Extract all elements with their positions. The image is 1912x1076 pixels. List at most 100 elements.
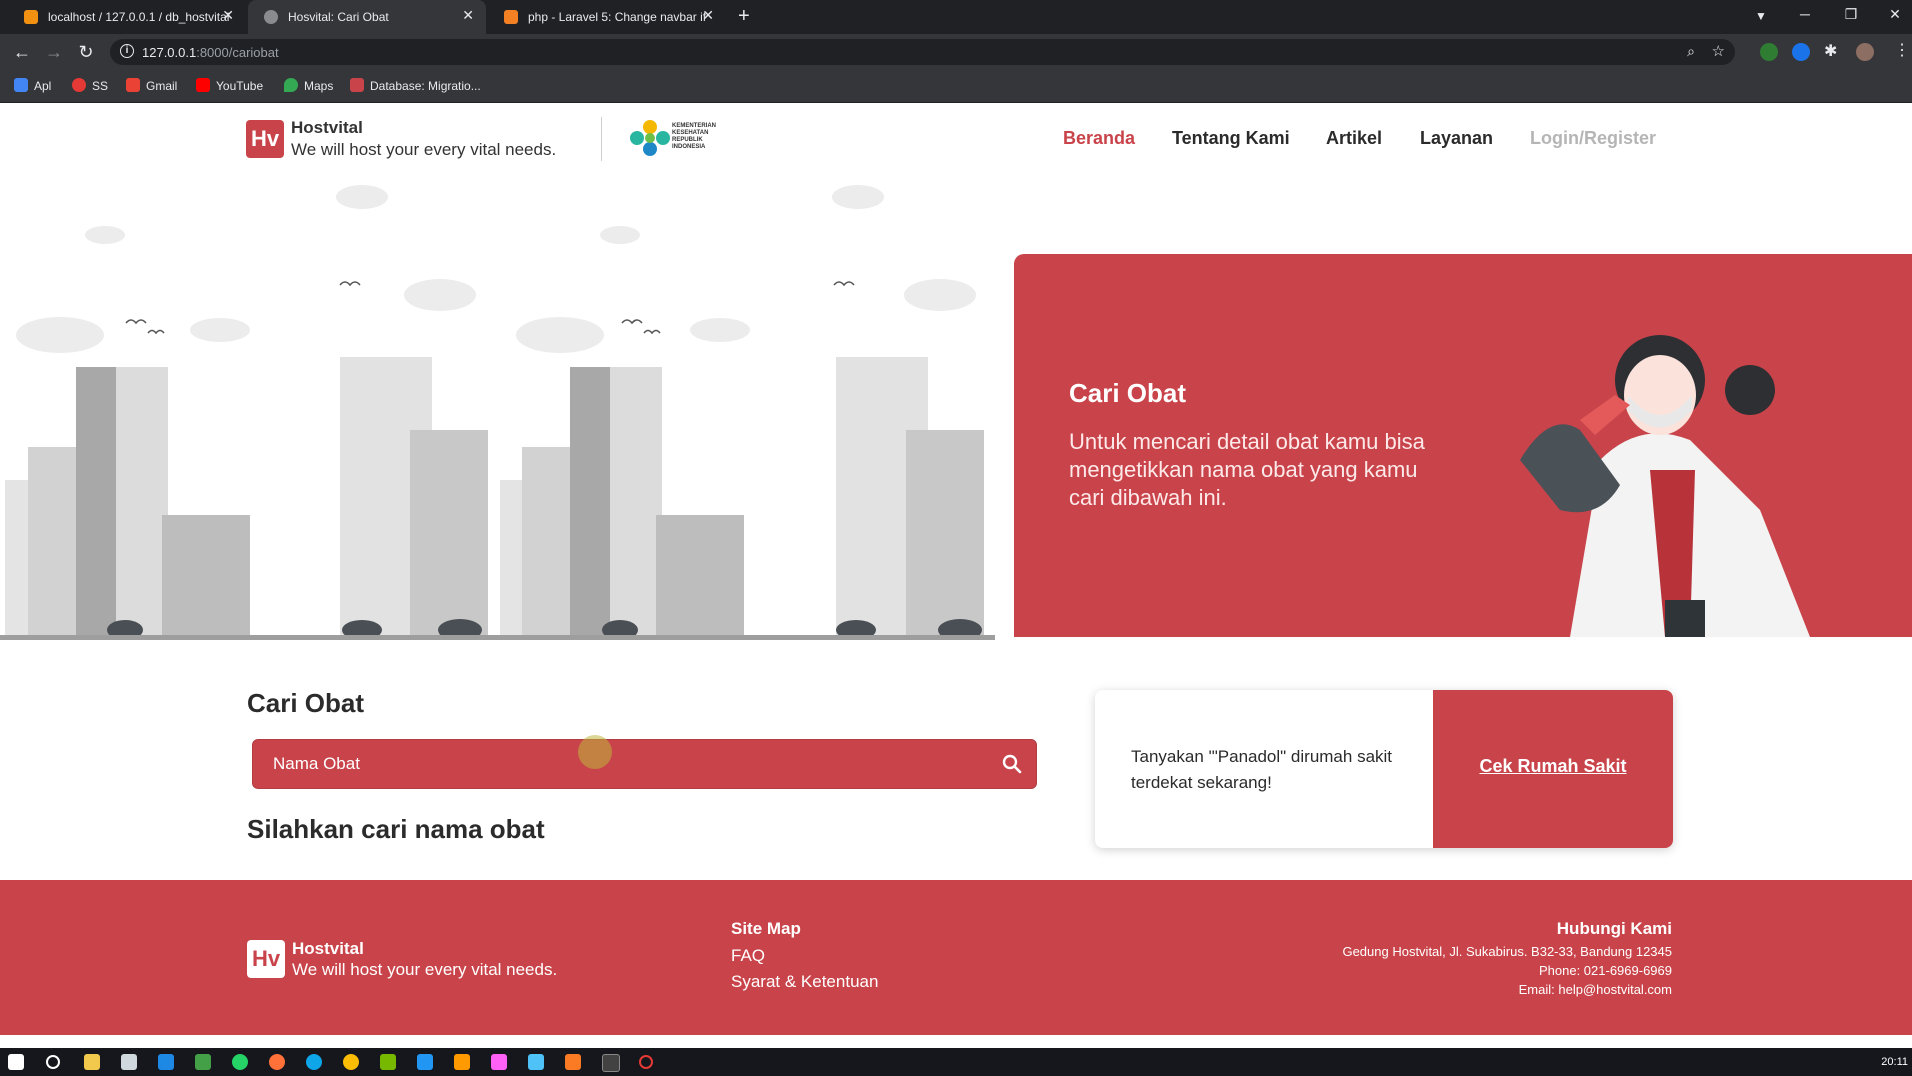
laravel-icon [350, 78, 364, 92]
maps-icon [284, 78, 298, 92]
adobe-xd-icon[interactable] [491, 1054, 507, 1070]
city-skyline-illustration [0, 185, 995, 640]
firefox-icon[interactable] [269, 1054, 285, 1070]
contact-phone: Phone: 021-6969-6969 [1538, 963, 1672, 978]
bookmark-label: YouTube [216, 79, 264, 93]
zoom-icon[interactable]: ⌕ [1687, 43, 1695, 60]
apps-grid-icon [14, 78, 28, 92]
windows-taskbar: 20:11 [0, 1048, 1912, 1076]
puzzle-extensions-icon[interactable]: ✱ [1824, 41, 1837, 61]
bookmark-label: Maps [304, 79, 334, 93]
extension-icon[interactable] [1760, 43, 1778, 61]
kemenkes-line: INDONESIA [672, 144, 706, 150]
bookmark-maps[interactable]: Maps [284, 78, 333, 93]
cek-rumah-sakit-label: Cek Rumah Sakit [1479, 756, 1627, 776]
bookmark-ss[interactable]: SS [72, 78, 108, 93]
line-icon[interactable] [195, 1054, 211, 1070]
contact-address: Gedung Hostvital, Jl. Sukabirus. B32-33,… [1342, 944, 1672, 959]
footer-logo[interactable]: Hv [247, 940, 285, 978]
terminal-icon[interactable] [602, 1054, 620, 1072]
cek-rumah-sakit-button[interactable]: Cek Rumah Sakit [1433, 690, 1673, 848]
notepad-plus-icon[interactable] [380, 1054, 396, 1070]
file-explorer-icon[interactable] [84, 1054, 100, 1070]
medicine-search-input[interactable] [273, 752, 953, 776]
footer-tagline: We will host your every vital needs. [292, 960, 558, 979]
whatsapp-icon[interactable] [232, 1054, 248, 1070]
youtube-icon [196, 78, 210, 92]
restore-button[interactable]: ❐ [1836, 6, 1866, 23]
bookmark-star-icon[interactable]: ☆ [1712, 42, 1725, 60]
forward-icon[interactable]: → [42, 42, 66, 62]
address-bar[interactable]: i 127.0.0.1:8000/cariobat ⌕ ☆ [110, 39, 1735, 65]
download-icon[interactable] [528, 1054, 544, 1070]
reload-icon[interactable]: ↻ [74, 42, 98, 62]
store-icon[interactable] [121, 1054, 137, 1070]
hostvital-logo[interactable]: Hv [246, 120, 284, 158]
bookmark-label: Database: Migratio... [370, 79, 481, 93]
mail-icon[interactable] [158, 1054, 174, 1070]
medicine-search-bar [252, 739, 1037, 789]
windows-start-icon[interactable] [8, 1054, 24, 1070]
nav-login-register[interactable]: Login/Register [1530, 128, 1656, 149]
footer-link-terms[interactable]: Syarat & Ketentuan [731, 972, 878, 992]
browser-tab-bar: localhost / 127.0.0.1 / db_hostvital ✕ H… [0, 0, 1912, 34]
browser-tab-title: Hosvital: Cari Obat [288, 10, 389, 24]
new-tab-button[interactable]: + [738, 5, 750, 28]
kemenkes-line: KEMENTERIAN [672, 123, 717, 129]
kemenkes-line: KESEHATAN [672, 130, 709, 136]
record-icon[interactable] [639, 1055, 653, 1069]
url-path: :8000/cariobat [196, 45, 279, 60]
bookmark-label: Apl [34, 79, 52, 93]
nav-tentang-kami[interactable]: Tentang Kami [1172, 128, 1290, 149]
search-result-message: Silahkan cari nama obat [247, 814, 545, 844]
url-host: 127.0.0.1 [142, 45, 197, 60]
extension-icon[interactable] [1792, 43, 1810, 61]
bookmark-database[interactable]: Database: Migratio... [350, 78, 481, 93]
phpmyadmin-favicon-icon [24, 10, 38, 24]
bookmark-apps[interactable]: Apl [14, 78, 51, 93]
ask-hospital-text: Tanyakan '"Panadol" dirumah sakit terdek… [1131, 747, 1393, 792]
vscode-icon[interactable] [417, 1054, 433, 1070]
browser-tab[interactable]: localhost / 127.0.0.1 / db_hostvital ✕ [8, 0, 246, 34]
taskbar-clock: 20:11 [1881, 1056, 1908, 1068]
browser-tab-title: localhost / 127.0.0.1 / db_hostvital [48, 10, 230, 24]
browser-tab[interactable]: php - Laravel 5: Change navbar if ✕ [488, 0, 726, 34]
close-tab-icon[interactable]: ✕ [702, 7, 714, 24]
browser-menu-icon[interactable]: ⋮ [1894, 40, 1910, 60]
profile-avatar[interactable] [1856, 43, 1874, 61]
stackoverflow-favicon-icon [504, 10, 518, 24]
xampp-icon[interactable] [565, 1054, 581, 1070]
close-tab-icon[interactable]: ✕ [222, 7, 234, 24]
bookmark-label: SS [92, 79, 109, 93]
site-info-icon[interactable]: i [120, 44, 134, 58]
bookmark-gmail[interactable]: Gmail [126, 78, 177, 93]
mouse-cursor-highlight [578, 735, 612, 769]
search-taskbar-icon[interactable] [46, 1055, 60, 1069]
close-tab-icon[interactable]: ✕ [462, 7, 474, 24]
brand-tagline: We will host your every vital needs. [291, 140, 557, 159]
doctor-illustration [1520, 335, 1810, 637]
bookmarks-bar: Apl SS Gmail YouTube Maps Database: Migr… [0, 70, 1912, 103]
browser-tab-active[interactable]: Hosvital: Cari Obat ✕ [248, 0, 486, 34]
back-icon[interactable]: ← [10, 42, 34, 62]
ask-hospital-card: Tanyakan '"Panadol" dirumah sakit terdek… [1095, 690, 1673, 848]
minimize-button[interactable]: ─ [1790, 6, 1820, 22]
chrome-icon[interactable] [343, 1054, 359, 1070]
nav-beranda[interactable]: Beranda [1063, 128, 1135, 149]
contact-title: Hubungi Kami [1556, 919, 1672, 938]
nav-layanan[interactable]: Layanan [1420, 128, 1493, 149]
tab-search-icon[interactable]: ▼ [1746, 9, 1776, 23]
footer-link-faq[interactable]: FAQ [731, 946, 765, 966]
bookmark-youtube[interactable]: YouTube [196, 78, 263, 93]
hero-description: Untuk mencari detail obat kamu bisa meng… [1069, 429, 1425, 510]
header-divider [601, 117, 602, 161]
illustrator-icon[interactable] [454, 1054, 470, 1070]
nav-artikel[interactable]: Artikel [1326, 128, 1382, 149]
url-text: 127.0.0.1:8000/cariobat [142, 45, 279, 60]
close-window-button[interactable]: ✕ [1880, 6, 1910, 23]
sitemap-title: Site Map [731, 919, 801, 938]
footer-brand-name: Hostvital [292, 939, 364, 958]
search-icon[interactable] [1002, 754, 1022, 774]
edge-icon[interactable] [306, 1054, 322, 1070]
gmail-icon [126, 78, 140, 92]
